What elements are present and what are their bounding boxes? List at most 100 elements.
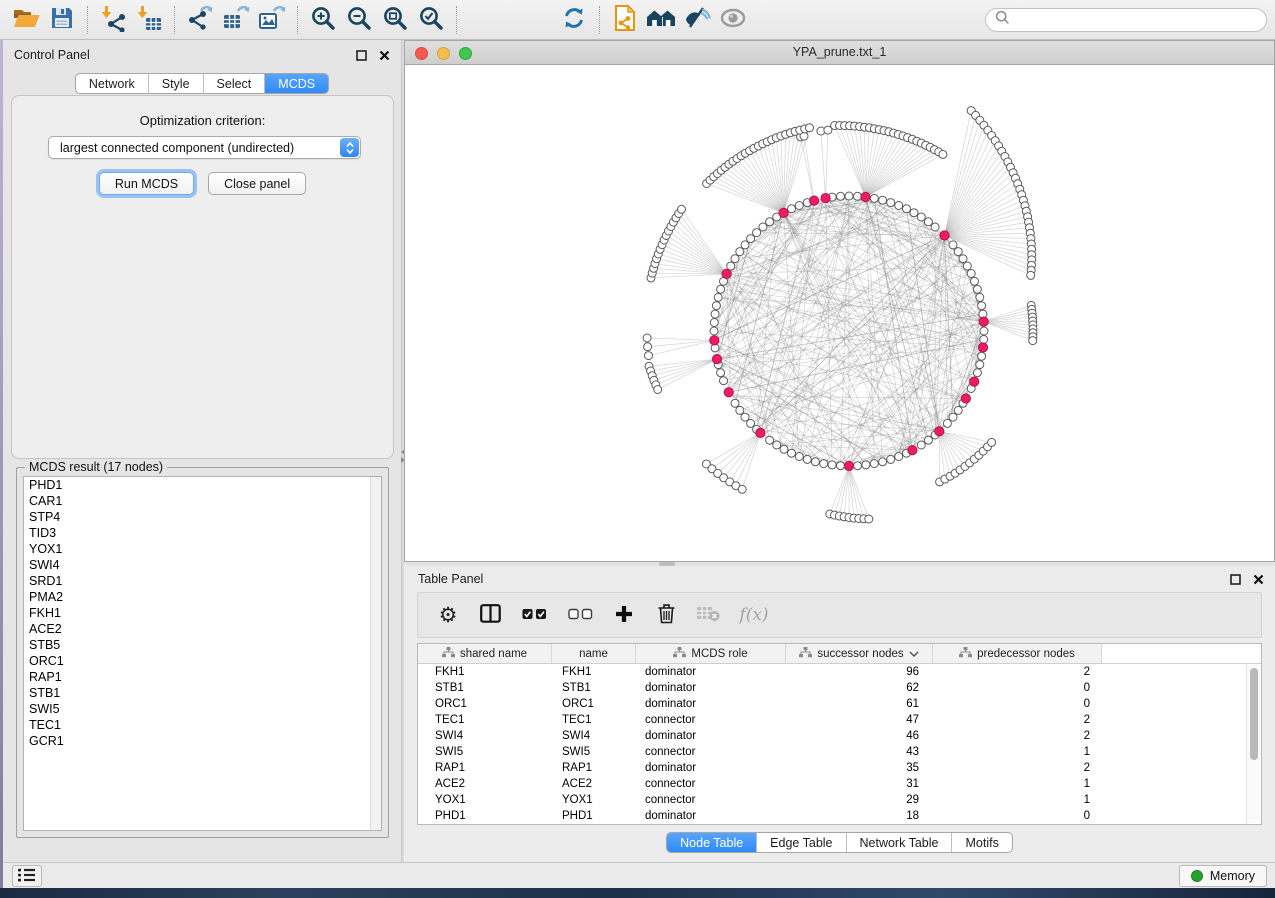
result-item[interactable]: GCR1 xyxy=(24,733,381,749)
tab-network-table[interactable]: Network Table xyxy=(847,833,953,852)
table-cell: 29 xyxy=(786,794,933,806)
table-row[interactable]: SWI4SWI4dominator462 xyxy=(418,728,1261,744)
result-item[interactable]: SWI5 xyxy=(24,701,381,717)
result-item[interactable]: STB5 xyxy=(24,637,381,653)
table-cell: YOX1 xyxy=(552,794,636,806)
close-panel-action-button[interactable]: Close panel xyxy=(208,172,306,195)
result-item[interactable]: PMA2 xyxy=(24,589,381,605)
result-item[interactable]: YOX1 xyxy=(24,541,381,557)
table-cell: 62 xyxy=(786,682,933,694)
scrollbar-thumb[interactable] xyxy=(1250,668,1258,760)
table-row[interactable]: YOX1YOX1connector291 xyxy=(418,792,1261,808)
tab-select[interactable]: Select xyxy=(204,74,266,93)
table-row[interactable]: SWI5SWI5connector431 xyxy=(418,744,1261,760)
result-item[interactable]: PHD1 xyxy=(24,477,381,493)
result-item[interactable]: SWI4 xyxy=(24,557,381,573)
table-row[interactable]: PHD1PHD1dominator180 xyxy=(418,808,1261,824)
task-history-button[interactable] xyxy=(12,865,42,887)
zoom-in-icon xyxy=(310,5,336,34)
function-builder-button[interactable]: f(x) xyxy=(737,600,771,630)
close-panel-button[interactable] xyxy=(377,48,391,62)
select-all-button[interactable] xyxy=(519,600,549,630)
zoom-out-icon xyxy=(346,5,372,34)
table-scrollbar[interactable] xyxy=(1246,665,1260,823)
zoom-selected-button[interactable] xyxy=(413,3,449,37)
mcds-panel: Optimization criterion: largest connecte… xyxy=(11,95,394,459)
delete-column-button[interactable] xyxy=(653,600,679,630)
table-cell: FKH1 xyxy=(552,666,636,678)
table-settings-button[interactable]: ⚙ xyxy=(435,600,461,630)
column-header-successor-nodes[interactable]: successor nodes xyxy=(786,644,933,664)
add-column-button[interactable] xyxy=(611,600,637,630)
export-network-button[interactable] xyxy=(182,3,218,37)
hide-graphics-details-button[interactable] xyxy=(679,3,715,37)
column-header-name[interactable]: name xyxy=(552,644,636,664)
deselect-all-button[interactable] xyxy=(565,600,595,630)
result-item[interactable]: ORC1 xyxy=(24,653,381,669)
result-item[interactable]: FKH1 xyxy=(24,605,381,621)
result-item[interactable]: TID3 xyxy=(24,525,381,541)
network-titlebar: YPA_prune.txt_1 xyxy=(405,41,1274,65)
save-session-button[interactable] xyxy=(44,3,80,37)
result-item[interactable]: RAP1 xyxy=(24,669,381,685)
show-networks-button[interactable] xyxy=(643,3,679,37)
tab-mcds[interactable]: MCDS xyxy=(265,74,328,93)
delete-table-button[interactable] xyxy=(695,600,721,630)
import-network-button[interactable] xyxy=(95,3,131,37)
tab-node-table[interactable]: Node Table xyxy=(667,833,757,852)
show-graphics-details-button[interactable] xyxy=(715,3,751,37)
column-header-shared-name[interactable]: shared name xyxy=(418,644,552,664)
float-panel-button[interactable] xyxy=(354,48,368,62)
table-row[interactable]: STB1STB1dominator620 xyxy=(418,680,1261,696)
export-document-button[interactable] xyxy=(607,3,643,37)
import-table-button[interactable] xyxy=(131,3,167,37)
memory-button[interactable]: Memory xyxy=(1179,865,1267,887)
zoom-fit-button[interactable] xyxy=(377,3,413,37)
export-network-icon xyxy=(186,5,214,35)
control-panel-tabs: NetworkStyleSelectMCDS xyxy=(75,73,329,94)
table-row[interactable]: ACE2ACE2connector311 xyxy=(418,776,1261,792)
shared-column-icon xyxy=(442,647,455,661)
tab-style[interactable]: Style xyxy=(149,74,204,93)
network-graph[interactable] xyxy=(405,65,1274,561)
mcds-result-groupbox: MCDS result (17 nodes) PHD1CAR1STP4TID3Y… xyxy=(16,467,389,838)
table-cell: dominator xyxy=(636,810,786,822)
table-cell: YOX1 xyxy=(418,794,552,806)
result-item[interactable]: STB1 xyxy=(24,685,381,701)
refresh-view-button[interactable] xyxy=(556,3,592,37)
zoom-out-button[interactable] xyxy=(341,3,377,37)
network-canvas[interactable] xyxy=(405,65,1274,561)
column-header-predecessor-nodes[interactable]: predecessor nodes xyxy=(933,644,1102,664)
table-cell: dominator xyxy=(636,682,786,694)
table-header-row: shared namenameMCDS rolesuccessor nodesp… xyxy=(418,644,1261,664)
show-columns-button[interactable] xyxy=(477,600,503,630)
column-header-MCDS-role[interactable]: MCDS role xyxy=(636,644,786,664)
export-image-button[interactable] xyxy=(254,3,290,37)
tab-network[interactable]: Network xyxy=(76,74,149,93)
table-row[interactable]: RAP1RAP1dominator352 xyxy=(418,760,1261,776)
open-session-button[interactable] xyxy=(8,3,44,37)
close-panel-button[interactable] xyxy=(1251,572,1265,586)
result-scrollbar[interactable] xyxy=(370,477,381,830)
table-cell: connector xyxy=(636,794,786,806)
export-table-icon xyxy=(222,5,250,35)
result-item[interactable]: TEC1 xyxy=(24,717,381,733)
table-cell: 31 xyxy=(786,778,933,790)
search-input[interactable] xyxy=(1010,12,1257,28)
table-row[interactable]: FKH1FKH1dominator962 xyxy=(418,664,1261,680)
result-item[interactable]: ACE2 xyxy=(24,621,381,637)
zoom-in-button[interactable] xyxy=(305,3,341,37)
toolbar-separator xyxy=(174,6,175,34)
criterion-dropdown[interactable]: largest connected component (undirected) xyxy=(48,136,361,159)
result-item[interactable]: CAR1 xyxy=(24,493,381,509)
run-mcds-button[interactable]: Run MCDS xyxy=(99,172,194,195)
table-row[interactable]: TEC1TEC1connector472 xyxy=(418,712,1261,728)
mcds-result-list[interactable]: PHD1CAR1STP4TID3YOX1SWI4SRD1PMA2FKH1ACE2… xyxy=(23,476,382,831)
tab-motifs[interactable]: Motifs xyxy=(952,833,1011,852)
tab-edge-table[interactable]: Edge Table xyxy=(757,833,846,852)
table-row[interactable]: ORC1ORC1dominator610 xyxy=(418,696,1261,712)
result-item[interactable]: SRD1 xyxy=(24,573,381,589)
export-table-button[interactable] xyxy=(218,3,254,37)
result-item[interactable]: STP4 xyxy=(24,509,381,525)
float-panel-button[interactable] xyxy=(1228,572,1242,586)
